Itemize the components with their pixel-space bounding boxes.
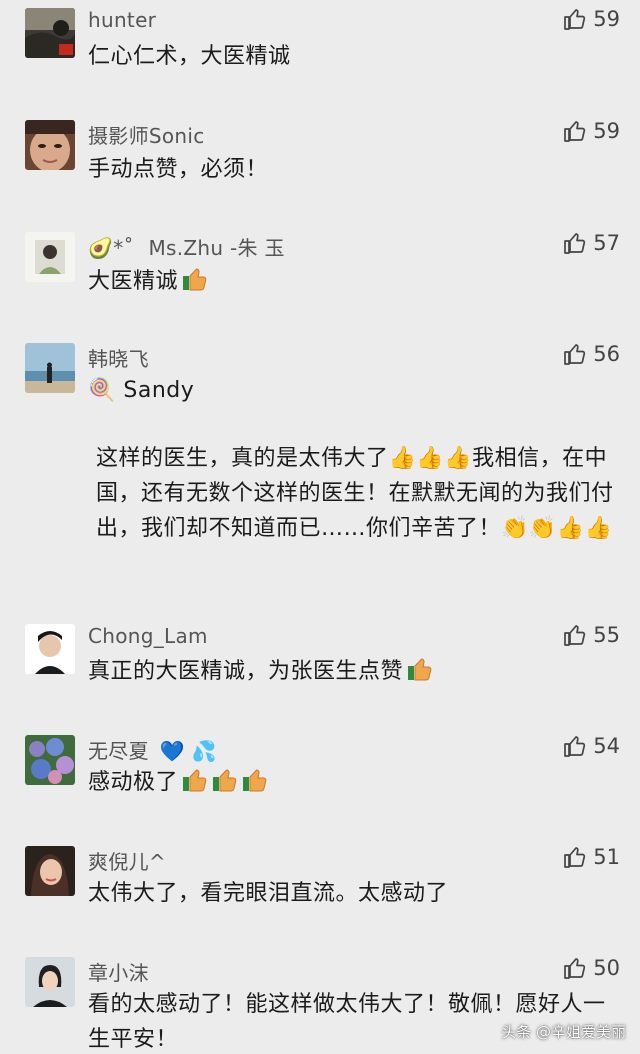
- comment-text-body: 大医精诚: [88, 269, 179, 294]
- like-count: 55: [593, 623, 620, 647]
- like-button[interactable]: 59: [563, 119, 620, 143]
- username[interactable]: 爽倪儿^: [88, 846, 166, 875]
- like-button[interactable]: 54: [563, 734, 620, 758]
- like-button[interactable]: 59: [563, 7, 620, 31]
- like-button[interactable]: 56: [563, 342, 620, 366]
- like-button[interactable]: 55: [563, 623, 620, 647]
- avatar[interactable]: [25, 624, 75, 674]
- username-text: Ms.Zhu -朱 玉: [148, 236, 285, 260]
- avatar[interactable]: [25, 957, 75, 1007]
- thumbs-up-emoji-icon: [183, 268, 207, 291]
- comment-text: 手动点赞，必须！: [88, 157, 269, 182]
- like-button[interactable]: 51: [563, 845, 620, 869]
- username[interactable]: 摄影师Sonic: [88, 120, 205, 149]
- avatar[interactable]: [25, 735, 75, 785]
- like-count: 57: [593, 231, 620, 255]
- thumbs-up-outline-icon: [564, 847, 586, 868]
- thumbs-up-emoji-icon: [243, 769, 267, 792]
- comment-text-line1: 🍭 Sandy: [88, 378, 195, 403]
- thumbs-up-outline-icon: [564, 736, 586, 757]
- thumbs-up-outline-icon: [564, 233, 586, 254]
- comment-text-body: 感动极了: [88, 770, 179, 795]
- comment-text: 仁心仁术，大医精诚: [88, 44, 291, 69]
- avatar[interactable]: [25, 120, 75, 170]
- username-text: 无尽夏: [88, 739, 149, 763]
- thumbs-up-emoji-icon: [183, 769, 207, 792]
- thumbs-up-outline-icon: [564, 625, 586, 646]
- like-count: 50: [593, 956, 620, 980]
- comment-text-body: 真正的大医精诚，为张医生点赞: [88, 659, 404, 684]
- like-count: 59: [593, 7, 620, 31]
- thumbs-up-outline-icon: [564, 121, 586, 142]
- username[interactable]: 章小沫: [88, 957, 149, 986]
- avatar[interactable]: [25, 846, 75, 896]
- like-button[interactable]: 50: [563, 956, 620, 980]
- username[interactable]: 🥑*˚ Ms.Zhu -朱 玉: [88, 232, 285, 261]
- like-count: 56: [593, 342, 620, 366]
- comment-list: hunter 59 仁心仁术，大医精诚 摄影师Sonic 59 手动点赞，必须！: [0, 0, 640, 1054]
- like-count: 51: [593, 845, 620, 869]
- comment-text-paragraph: 这样的医生，真的是太伟大了👍👍👍我相信，在中国，还有无数个这样的医生！在默默无闻…: [96, 446, 614, 541]
- avatar[interactable]: [25, 343, 75, 393]
- comment-text: 大医精诚: [88, 264, 618, 299]
- avatar[interactable]: [25, 232, 75, 282]
- like-button[interactable]: 57: [563, 231, 620, 255]
- comment-text: 真正的大医精诚，为张医生点赞: [88, 654, 618, 689]
- thumbs-up-outline-icon: [564, 344, 586, 365]
- watermark: 头条 @辛姐爱美丽: [501, 1023, 626, 1041]
- username[interactable]: hunter: [88, 8, 156, 32]
- thumbs-up-outline-icon: [564, 9, 586, 30]
- avatar[interactable]: [25, 8, 75, 58]
- thumbs-up-emoji-icon: [213, 769, 237, 792]
- like-count: 54: [593, 734, 620, 758]
- like-count: 59: [593, 119, 620, 143]
- comment-text: 太伟大了，看完眼泪直流。太感动了: [88, 881, 449, 906]
- thumbs-up-outline-icon: [564, 958, 586, 979]
- name-emoji-prefix: 🥑*˚: [88, 236, 134, 260]
- username[interactable]: Chong_Lam: [88, 624, 208, 648]
- name-emoji-suffix: 💙 💦: [159, 739, 217, 763]
- username[interactable]: 无尽夏 💙 💦: [88, 735, 217, 764]
- comment-text: 感动极了: [88, 765, 618, 800]
- thumbs-up-emoji-icon: [408, 658, 432, 681]
- username[interactable]: 韩晓飞: [88, 343, 149, 372]
